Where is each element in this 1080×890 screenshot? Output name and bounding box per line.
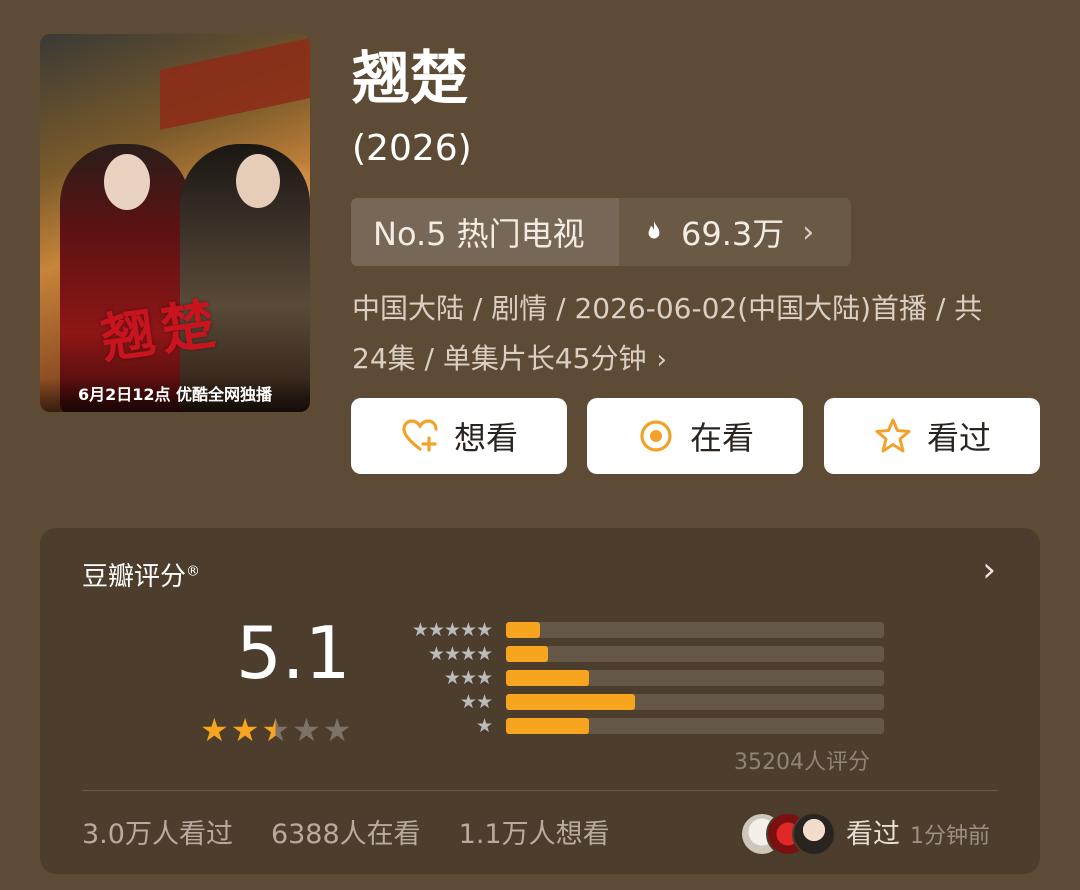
rating-stars: ★ ★ ★ ★ ★ [200,712,353,748]
star-icon: ★ [322,711,352,749]
watched-label: 看过 [926,419,991,457]
star-icon: ★ [200,711,229,749]
poster-caption: 6月2日12点 优酷全网独播 [40,378,310,412]
rating-bar [506,718,590,734]
rank-bar[interactable]: No.5 热门电视 69.3万 › [351,198,851,266]
chevron-right-icon[interactable]: › [982,550,996,590]
rating-row: ★★ [392,690,884,714]
watched-count[interactable]: 3.0万人看过 [82,812,233,851]
rating-bar [506,622,541,638]
star-row-label: ★ [475,715,493,737]
friend-avatars[interactable] [740,812,836,856]
heat-value: 69.3万 [681,215,785,253]
want-label: 想看 [453,419,518,457]
poster-face-right [236,154,280,208]
rating-score: 5.1 [236,611,351,695]
rating-bar-track [506,670,884,686]
star-icon: ★ [292,711,321,749]
release-year: (2026) [352,128,472,169]
star-half-icon: ★ [261,711,291,749]
recent-activity[interactable]: 看过 1分钟前 [846,812,990,851]
rating-bar [506,694,635,710]
star-icon: ★ [230,711,260,749]
rating-bar-track [506,622,884,638]
meta-line-2: 24集 / 单集片长45分钟 [352,342,647,375]
target-icon [640,420,672,452]
chevron-right-icon: › [802,214,815,250]
rating-bar-track [506,694,884,710]
watched-button[interactable]: 看过 [824,398,1040,474]
chevron-right-icon: › [656,345,667,375]
meta-info[interactable]: 中国大陆 / 剧情 / 2026-06-02(中国大陆)首播 / 共 24集 /… [352,284,1032,385]
watching-label: 在看 [689,419,754,457]
rating-row: ★★★★ [392,642,884,666]
meta-line-1: 中国大陆 / 剧情 / 2026-06-02(中国大陆)首播 / 共 [352,292,983,325]
rank-label: No.5 热门电视 [351,198,619,266]
rating-row: ★ [392,714,884,738]
poster-flag [160,38,310,130]
rating-row: ★★★ [392,666,884,690]
star-outline-icon [875,418,911,453]
rating-source-label: 豆瓣评分® [82,562,201,592]
audience-stats: 3.0万人看过 6388人在看 1.1万人想看 [82,812,648,851]
vote-count[interactable]: 35204人评分 [734,744,870,776]
heat-section[interactable]: 69.3万 › [619,198,851,266]
rating-bar-track [506,646,884,662]
star-row-label: ★★★ [443,667,493,689]
star-row-label: ★★★★★ [411,619,493,641]
recent-label: 看过 [846,819,900,850]
want-button[interactable]: 想看 [351,398,567,474]
rating-bar [506,670,590,686]
recent-time: 1分钟前 [910,824,990,849]
heart-plus-icon [402,419,438,452]
rating-bar-track [506,718,884,734]
avatar [792,812,836,856]
rating-card[interactable]: 豆瓣评分® › 5.1 ★ ★ ★ ★ ★ ★★★★★ ★★★★ ★★★ ★★ … [40,528,1040,874]
star-row-label: ★★★★ [427,643,493,665]
flame-icon [648,221,660,239]
page-title: 翘楚 [352,44,469,112]
star-row-label: ★★ [459,691,493,713]
watching-button[interactable]: 在看 [587,398,803,474]
poster-face-left [104,154,150,210]
divider [82,790,998,791]
rating-bar [506,646,548,662]
poster-image[interactable]: 翘楚 6月2日12点 优酷全网独播 [40,34,310,412]
rating-distribution: ★★★★★ ★★★★ ★★★ ★★ ★ [392,618,884,738]
rating-row: ★★★★★ [392,618,884,642]
watching-count[interactable]: 6388人在看 [271,812,421,851]
want-count[interactable]: 1.1万人想看 [459,812,610,851]
